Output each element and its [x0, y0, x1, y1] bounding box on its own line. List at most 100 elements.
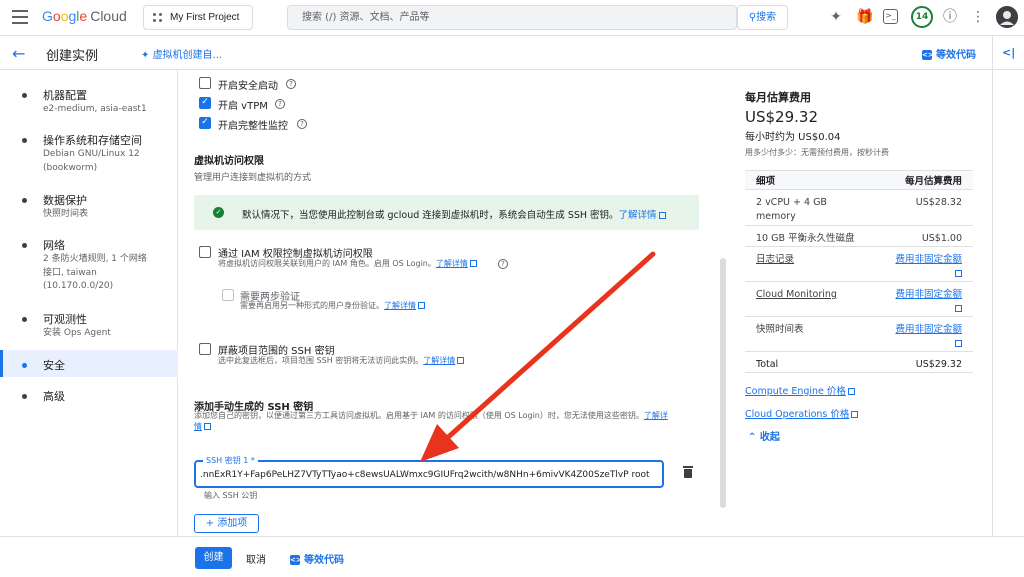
external-link-icon: [955, 340, 962, 347]
bullet-icon: [22, 317, 27, 322]
search-button-label: 搜索: [756, 12, 777, 23]
collapse-panel-icon[interactable]: <|: [1002, 46, 1015, 59]
learn-more-link[interactable]: 了解详情: [384, 301, 416, 310]
wizard-source-link[interactable]: ✦ 虚拟机创建自...: [141, 46, 222, 61]
vtpm-checkbox[interactable]: ✓: [199, 97, 211, 109]
bottom-action-bar: 创建 取消 <> 等效代码: [0, 536, 1024, 577]
sidebar-item-machine-config[interactable]: 机器配置 e2-medium, asia-east1: [0, 87, 178, 127]
sparkle-icon: ✦: [141, 50, 153, 61]
create-button[interactable]: 创建: [195, 547, 232, 569]
integrity-monitoring-checkbox[interactable]: ✓: [199, 117, 211, 129]
table-row: 10 GB 平衡永久性磁盘 US$1.00: [745, 226, 973, 247]
sidebar-item-observability[interactable]: 可观测性 安装 Ops Agent: [0, 311, 178, 343]
equivalent-code-button[interactable]: <> 等效代码: [922, 46, 976, 61]
cloud-shell-icon[interactable]: >_: [883, 9, 898, 24]
external-link-icon: [658, 212, 666, 219]
sidebar-item-data-protection[interactable]: 数据保护 快照时间表: [0, 192, 178, 224]
bullet-icon: [22, 394, 27, 399]
gift-icon[interactable]: 🎁: [855, 7, 875, 27]
help-icon[interactable]: ?: [297, 119, 307, 129]
plus-icon: +: [205, 518, 218, 529]
google-cloud-logo[interactable]: Google Cloud: [42, 8, 127, 24]
help-icon[interactable]: ?: [275, 99, 285, 109]
external-link-icon: [457, 357, 465, 364]
two-step-checkbox[interactable]: [222, 289, 234, 301]
bullet-icon: [22, 198, 27, 203]
search-button[interactable]: ⚲搜索: [737, 5, 788, 30]
variable-cost-link[interactable]: 费用非固定金额: [895, 289, 962, 300]
help-icon[interactable]: ?: [286, 79, 296, 89]
bullet-icon: [22, 138, 27, 143]
column-header-item: 细项: [756, 176, 776, 187]
top-bar: Google Cloud My First Project 搜索 (/) 资源、文…: [0, 0, 1024, 36]
sidebar-item-label: 安全: [43, 359, 65, 372]
secure-boot-checkbox[interactable]: [199, 77, 211, 89]
bullet-icon: [22, 243, 27, 248]
row-item: 10 GB 平衡永久性磁盘: [756, 233, 855, 244]
iam-access-checkbox[interactable]: [199, 246, 211, 258]
monthly-cost: US$29.32: [745, 108, 818, 126]
sidebar-item-security[interactable]: 安全: [0, 357, 178, 373]
cancel-label: 取消: [246, 555, 266, 566]
search-input[interactable]: 搜索 (/) 资源、文档、产品等: [287, 5, 737, 30]
learn-more-link[interactable]: 了解详: [644, 411, 668, 420]
add-item-label: 添加项: [217, 518, 248, 529]
sidebar-item-label: 操作系统和存储空间: [43, 134, 142, 147]
project-picker-button[interactable]: My First Project: [143, 5, 253, 30]
notifications-badge[interactable]: 14: [911, 6, 933, 28]
logo-letter: G: [42, 8, 53, 24]
back-arrow-icon[interactable]: ←: [12, 44, 25, 63]
ssh-key-input[interactable]: SSH 密钥 1 * .nnExR1Y+Fap6PeLHZ7VTyTTyao+c…: [194, 455, 664, 488]
delete-icon[interactable]: [683, 466, 693, 478]
ssh-key-value: .nnExR1Y+Fap6PeLHZ7VTyTTyao+c8ewsUALWmxc…: [200, 470, 650, 480]
external-link-icon: [955, 305, 962, 312]
table-row: 日志记录 费用非固定金额: [745, 247, 973, 282]
cancel-button[interactable]: 取消: [246, 551, 266, 566]
external-link-icon: [847, 388, 855, 395]
info-text: 默认情况下，当您使用此控制台或 gcloud 连接到虚拟机时，系统会自动生成 S…: [242, 210, 619, 221]
equivalent-code-button[interactable]: <> 等效代码: [290, 551, 344, 566]
search-placeholder: 搜索 (/) 资源、文档、产品等: [302, 12, 430, 23]
ssh-key-label: SSH 密钥 1 *: [203, 455, 258, 466]
scrollbar[interactable]: [720, 258, 726, 508]
sidebar-item-advanced[interactable]: 高级: [0, 388, 178, 404]
bullet-icon: [22, 93, 27, 98]
page-title: 创建实例: [46, 49, 99, 64]
variable-cost-link[interactable]: 费用非固定金额: [895, 324, 962, 335]
sidebar-item-os-storage[interactable]: 操作系统和存储空间 Debian GNU/Linux 12 (bookworm): [0, 132, 178, 182]
logging-link[interactable]: 日志记录: [756, 253, 794, 267]
row-item: 2 vCPU + 4 GB: [756, 197, 827, 208]
help-icon[interactable]: ?: [498, 259, 508, 269]
sidebar-item-sub: Debian GNU/Linux 12 (bookworm): [43, 149, 140, 173]
table-header: 细项 每月估算费用: [745, 170, 973, 190]
learn-more-link[interactable]: 了解详情: [619, 210, 657, 221]
row-cost: US$1.00: [921, 233, 962, 244]
page-header: ← 创建实例 ✦ 虚拟机创建自... <> 等效代码: [0, 36, 1024, 70]
variable-cost-link[interactable]: 费用非固定金额: [895, 254, 962, 265]
avatar[interactable]: [996, 6, 1018, 28]
add-item-button[interactable]: + 添加项: [194, 514, 259, 533]
logo-cloud-text: Cloud: [90, 8, 127, 24]
row-cost: US$28.32: [915, 197, 962, 208]
gemini-sparkle-icon[interactable]: ✦: [826, 7, 846, 27]
learn-more-link[interactable]: 情: [194, 422, 202, 431]
collapse-button[interactable]: ⌃ 收起: [748, 428, 780, 443]
more-vert-icon[interactable]: ⋮: [968, 7, 988, 27]
create-label: 创建: [203, 552, 224, 563]
hourly-cost: 每小时约为 US$0.04: [745, 132, 841, 143]
help-icon[interactable]: ⓘ: [940, 7, 960, 27]
iam-access-desc: 将虚拟机访问权限关联到用户的 IAM 角色。启用 OS Login。: [218, 259, 436, 268]
logo-letter: o: [52, 8, 61, 24]
compute-engine-pricing-link[interactable]: Compute Engine 价格: [745, 386, 846, 397]
menu-icon[interactable]: [12, 10, 28, 24]
block-project-ssh-checkbox[interactable]: [199, 343, 211, 355]
billing-note: 用多少付多少：无需预付费用，按秒计费: [745, 148, 889, 157]
sidebar-item-network[interactable]: 网络 2 条防火墙规则, 1 个网络接口, taiwan (10.170.0.0/…: [0, 237, 178, 299]
block-project-ssh-desc: 选中此复选框后，项目范围 SSH 密钥将无法访问此实例。: [218, 356, 424, 365]
learn-more-link[interactable]: 了解详情: [436, 259, 468, 268]
notification-count: 14: [915, 12, 929, 22]
cloud-operations-pricing-link[interactable]: Cloud Operations 价格: [745, 409, 849, 420]
cloud-monitoring-link[interactable]: Cloud Monitoring: [756, 288, 837, 302]
learn-more-link[interactable]: 了解详情: [423, 356, 455, 365]
row-item: 快照时间表: [756, 324, 804, 335]
